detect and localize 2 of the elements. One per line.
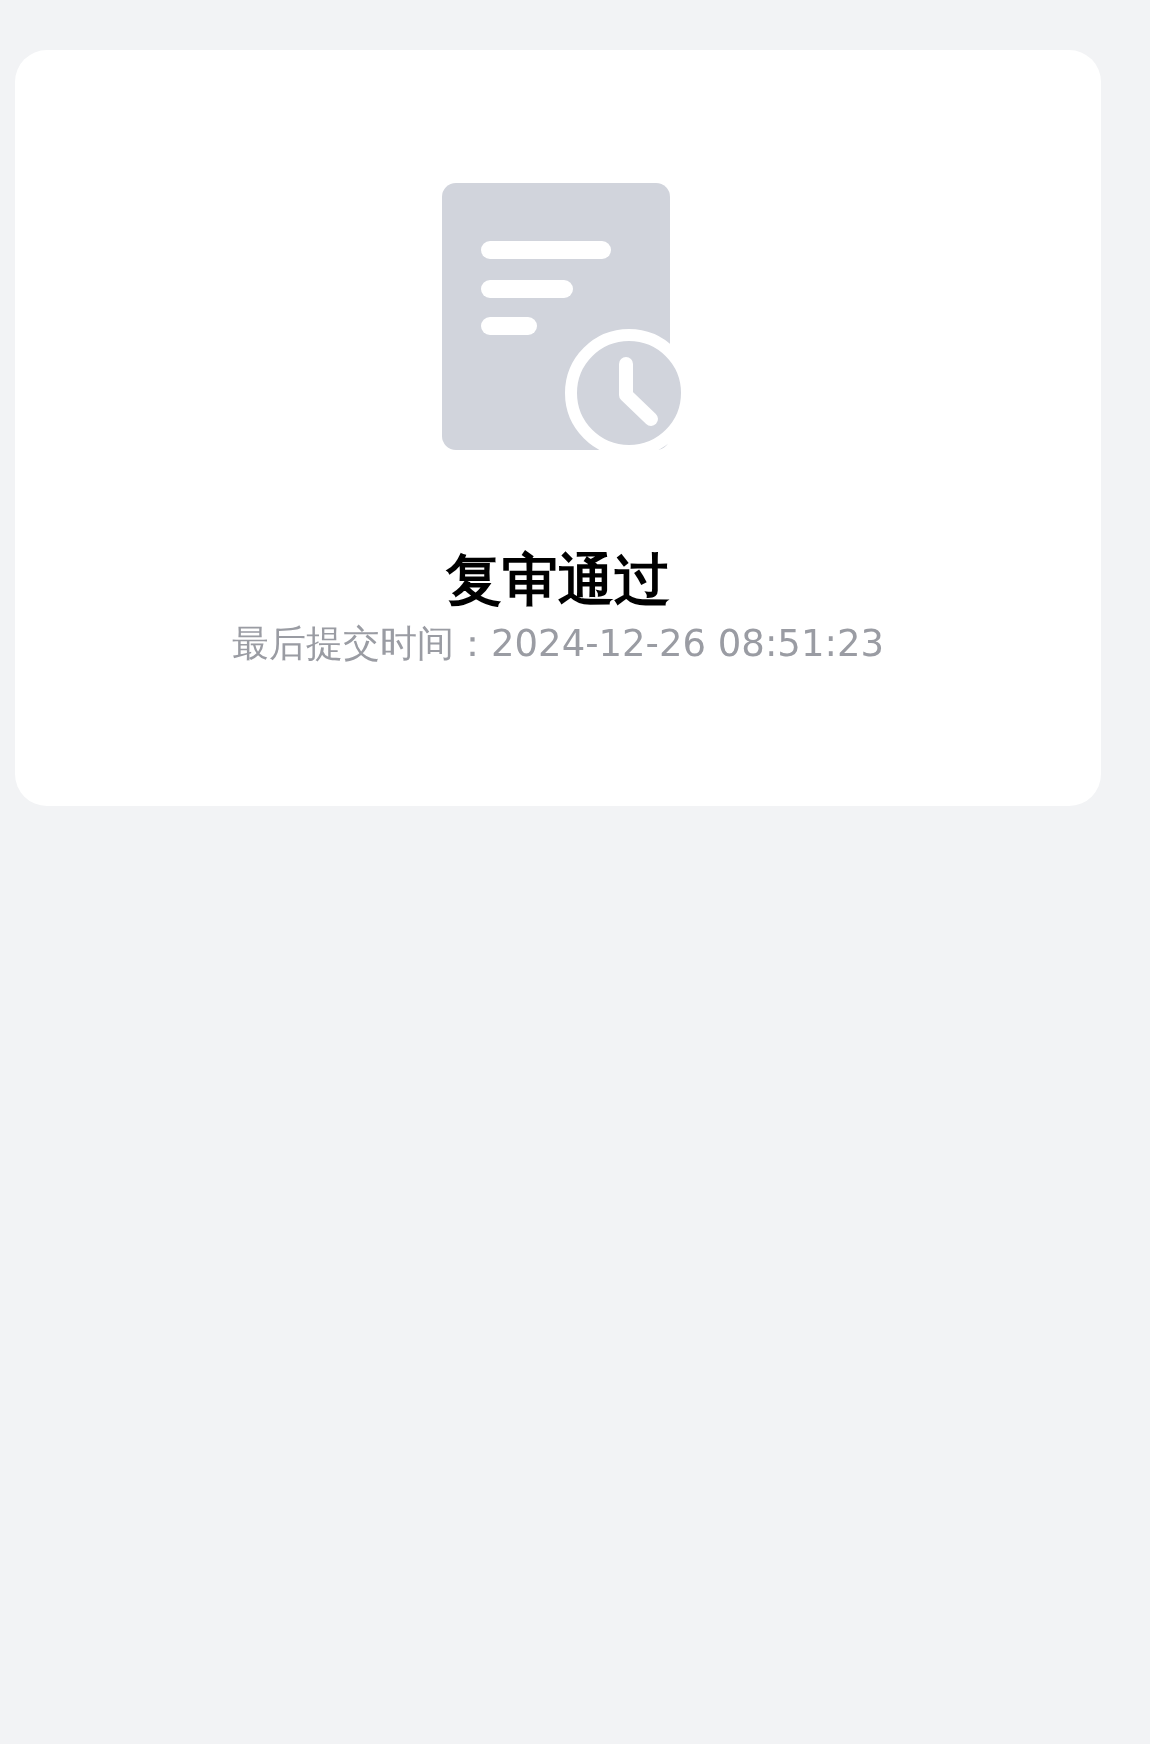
submit-time: 最后提交时间：2024-12-26 08:51:23 <box>232 621 884 667</box>
status-title: 复审通过 <box>446 546 670 614</box>
